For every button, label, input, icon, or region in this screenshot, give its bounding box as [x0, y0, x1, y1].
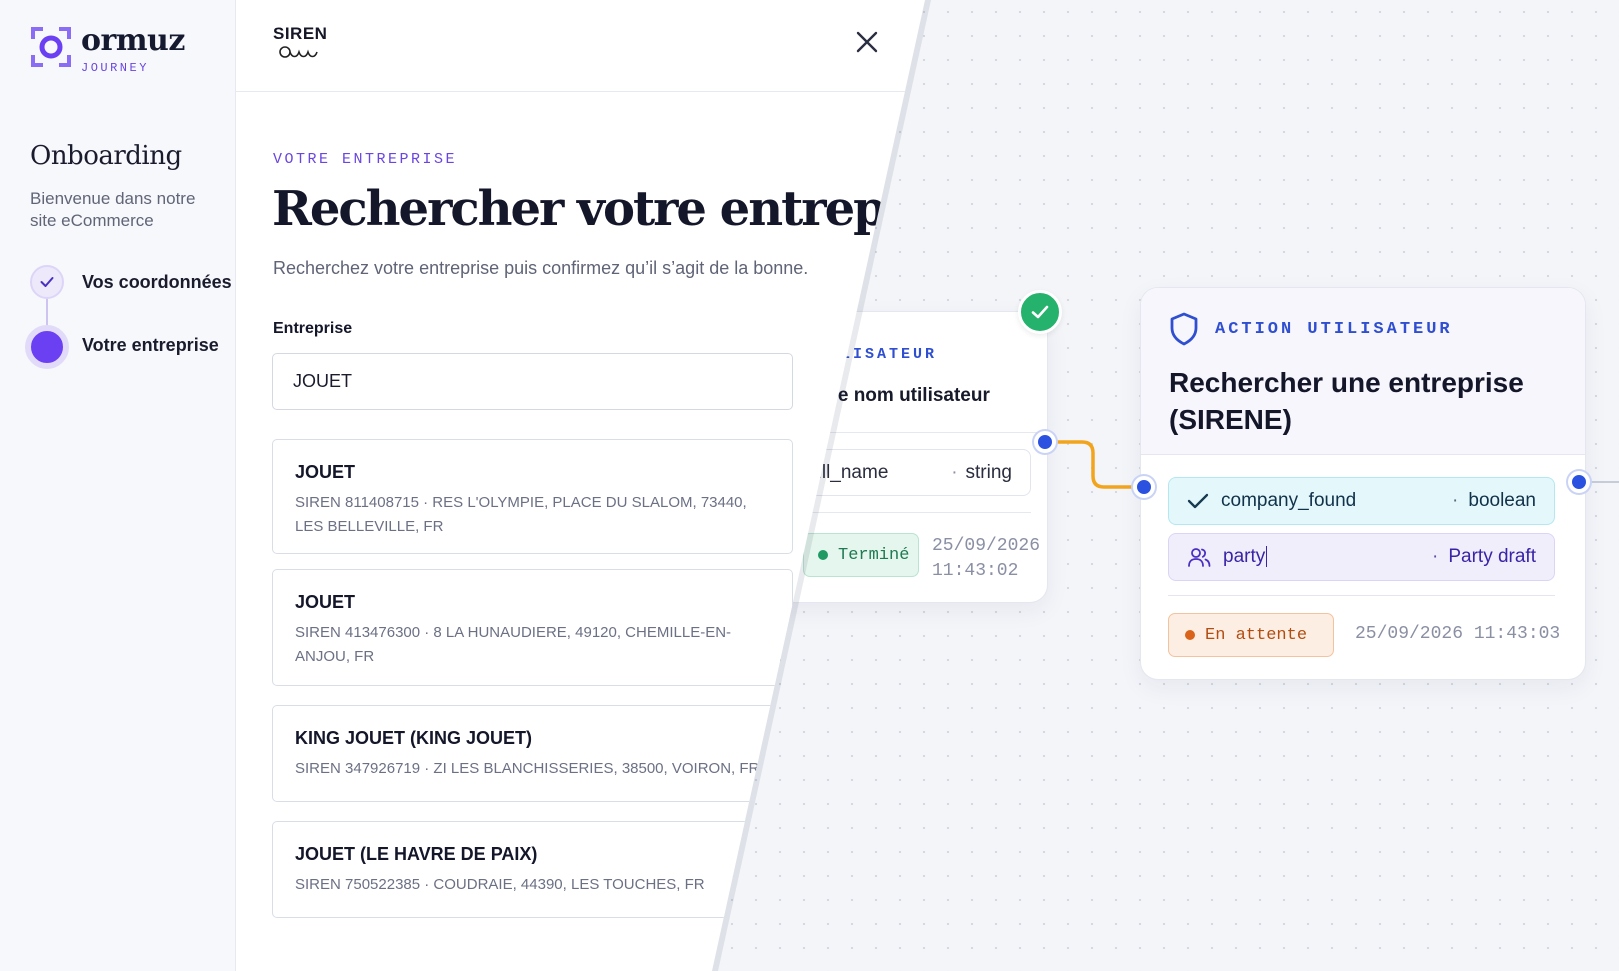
- node-date: 25/09/2026: [932, 536, 1041, 556]
- output-field-company-found[interactable]: company_found · boolean: [1168, 477, 1555, 525]
- status-badge-done: Terminé: [803, 533, 919, 577]
- status-dot: [1185, 630, 1195, 640]
- check-icon: [1187, 493, 1209, 509]
- field-name: party: [1223, 546, 1268, 567]
- company-search-input[interactable]: [272, 353, 793, 410]
- node-header: ACTION UTILISATEUR Rechercher une entrep…: [1141, 288, 1585, 455]
- siren-logo: SIREN: [273, 24, 327, 60]
- result-name: KING JOUET (KING JOUET): [295, 728, 533, 748]
- onboarding-sidebar: ormuz JOURNEY Onboarding Bienvenue dans …: [0, 0, 236, 971]
- sheet-header: SIREN: [236, 0, 925, 92]
- result-details: SIREN 811408715 · RES L'OLYMPIE, PLACE D…: [295, 494, 747, 535]
- step-current-indicator: [25, 325, 69, 369]
- search-result-item[interactable]: JOUET SIREN 413476300 · 8 LA HUNAUDIERE,…: [272, 569, 793, 686]
- node-time: 11:43:02: [932, 561, 1019, 581]
- result-name: JOUET: [295, 592, 356, 612]
- result-details: SIREN 750522385 · COUDRAIE, 44390, LES T…: [295, 876, 705, 893]
- divider: [1168, 595, 1555, 596]
- node-timestamp: 25/09/2026 11:43:03: [1355, 624, 1561, 644]
- step-label-coordonnees[interactable]: Vos coordonnées: [82, 272, 232, 293]
- page-subtitle: Recherchez votre entreprise puis confirm…: [273, 258, 809, 278]
- shield-icon: [1170, 312, 1198, 346]
- result-name: JOUET (LE HAVRE DE PAIX): [295, 844, 538, 864]
- flow-title: Onboarding: [30, 141, 182, 171]
- completed-check-icon: [1018, 290, 1062, 334]
- siren-wave-icon: [279, 46, 318, 58]
- input-port[interactable]: [1133, 476, 1155, 498]
- result-name: JOUET: [295, 462, 356, 482]
- separator-dot: ·: [1452, 490, 1459, 511]
- result-details: SIREN 347926719 · ZI LES BLANCHISSERIES,…: [295, 760, 760, 777]
- field-type: Party draft: [1448, 546, 1536, 567]
- brand-logo: ormuz JOURNEY: [30, 26, 185, 75]
- search-result-item[interactable]: KING JOUET (KING JOUET) SIREN 347926719 …: [272, 705, 793, 802]
- field-type: string: [965, 461, 1012, 483]
- flow-description: Bienvenue dans notre site eCommerce: [30, 189, 196, 230]
- status-label: Terminé: [838, 545, 910, 565]
- divider: [783, 512, 1031, 513]
- node-kind: ACTION UTILISATEUR: [1215, 319, 1453, 339]
- status-dot: [818, 550, 828, 560]
- search-result-item[interactable]: JOUET (LE HAVRE DE PAIX) SIREN 750522385…: [272, 821, 793, 918]
- text-caret: [1266, 546, 1268, 567]
- separator-dot: ·: [951, 461, 958, 483]
- field-type: boolean: [1468, 490, 1536, 511]
- output-port[interactable]: [1034, 431, 1056, 453]
- output-port[interactable]: [1568, 471, 1590, 493]
- status-badge-pending: En attente: [1168, 613, 1334, 657]
- input-field-party[interactable]: party · Party draft: [1168, 533, 1555, 581]
- section-eyebrow: VOTRE ENTREPRISE: [273, 151, 458, 168]
- brand-name: ormuz: [81, 23, 185, 58]
- status-label: En attente: [1205, 625, 1308, 645]
- workflow-node-sirene-search[interactable]: ACTION UTILISATEUR Rechercher une entrep…: [1140, 287, 1586, 680]
- search-result-item[interactable]: JOUET SIREN 811408715 · RES L'OLYMPIE, P…: [272, 439, 793, 554]
- provider-name: SIREN: [273, 24, 328, 43]
- brand-product: JOURNEY: [81, 61, 149, 75]
- ormuz-logo-icon: [31, 27, 71, 67]
- page-title: Rechercher votre entreprise: [272, 181, 978, 237]
- result-details: SIREN 413476300 · 8 LA HUNAUDIERE, 49120…: [295, 624, 732, 665]
- company-field-label: Entreprise: [273, 320, 353, 337]
- node-timestamp: 25/09/2026 11:43:02: [932, 534, 1040, 584]
- close-button[interactable]: [847, 22, 887, 62]
- separator-dot: ·: [1432, 546, 1439, 567]
- users-icon: [1188, 548, 1211, 567]
- close-icon: [856, 31, 878, 53]
- node-title: Rechercher une entreprise (SIRENE): [1169, 367, 1524, 435]
- field-name: company_found: [1221, 490, 1357, 511]
- step-label-entreprise[interactable]: Votre entreprise: [82, 335, 219, 356]
- step-done-check-icon[interactable]: [30, 265, 64, 299]
